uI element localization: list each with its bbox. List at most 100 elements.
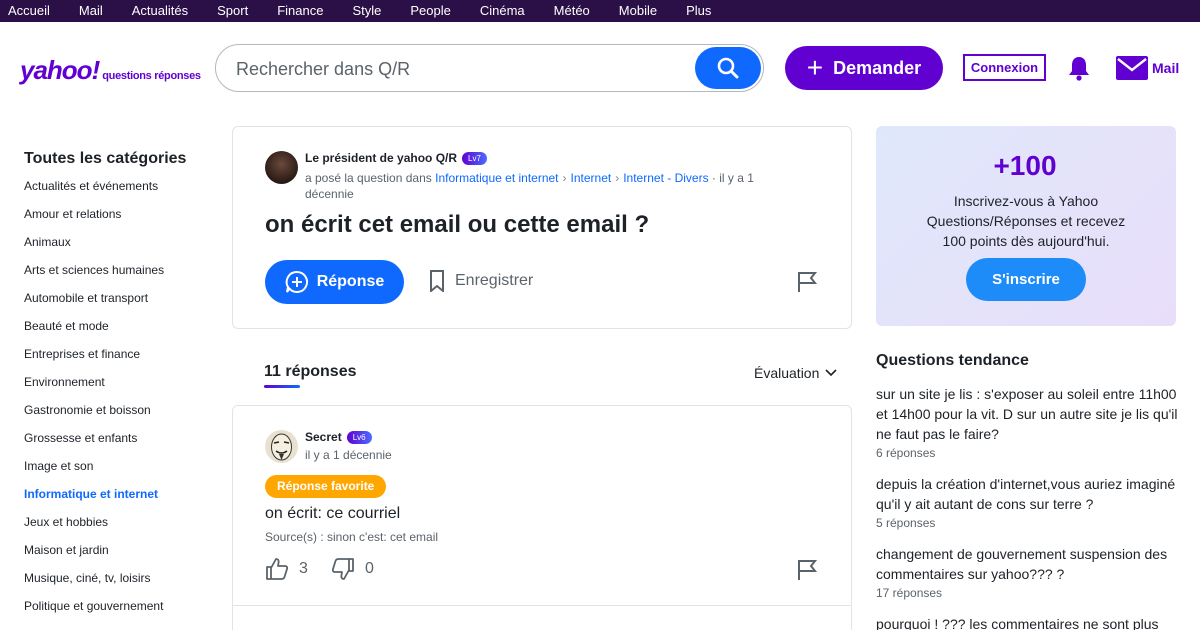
trending-question[interactable]: sur un site je lis : s'exposer au soleil… (876, 384, 1181, 444)
answer-author: Secret Lv6 (305, 430, 372, 444)
bookmark-icon (430, 270, 444, 292)
answers-count: 11 réponses (264, 363, 357, 380)
trending-question[interactable]: pourquoi ! ??? les commentaires ne sont … (876, 614, 1181, 630)
dislike-button[interactable]: 0 (331, 557, 374, 581)
thumbs-down-icon (331, 558, 354, 580)
sidebar-category-item[interactable]: Gastronomie et boisson (24, 401, 214, 429)
like-count: 3 (299, 560, 308, 577)
signup-button[interactable]: S'inscrire (966, 258, 1086, 301)
trending-item[interactable]: sur un site je lis : s'exposer au soleil… (876, 384, 1181, 460)
topnav-link-people[interactable]: People (410, 0, 450, 22)
flag-icon[interactable] (796, 271, 818, 293)
breadcrumb-subcategory[interactable]: Internet (571, 171, 612, 185)
sidebar-category-item[interactable]: Politique et gouvernement (24, 597, 214, 625)
answer-time: il y a 1 décennie (305, 448, 392, 462)
topnav-link-mobile[interactable]: Mobile (619, 0, 657, 22)
mail-label: Mail (1152, 60, 1180, 76)
plus-icon: + (806, 52, 824, 83)
sidebar-category-item[interactable]: Entreprises et finance (24, 345, 214, 373)
category-sidebar: Toutes les catégories Actualités et évén… (24, 150, 214, 625)
ask-question-button[interactable]: + Demander (785, 46, 943, 90)
promo-text: Inscrivez-vous à Yahoo Questions/Réponse… (926, 193, 1126, 249)
topnav-link-mail[interactable]: Mail (79, 0, 103, 22)
breadcrumb-category[interactable]: Informatique et internet (435, 171, 558, 185)
trending-answer-count: 6 réponses (876, 446, 936, 460)
trending-item[interactable]: changement de gouvernement suspension de… (876, 544, 1181, 600)
save-button[interactable]: Enregistrer (429, 270, 533, 292)
trending-answer-count: 5 réponses (876, 516, 936, 530)
question-meta: a posé la question dans Informatique et … (305, 170, 785, 202)
ask-label: Demander (833, 57, 922, 78)
add-comment-icon (285, 270, 308, 293)
thumbs-up-icon (266, 558, 289, 580)
flag-icon[interactable] (796, 559, 818, 581)
sort-dropdown[interactable]: Évaluation (754, 365, 837, 381)
category-list: Actualités et événements Amour et relatio… (24, 177, 214, 625)
chevron-down-icon (825, 369, 837, 377)
sidebar-category-item[interactable]: Beauté et mode (24, 317, 214, 345)
trending-item[interactable]: pourquoi ! ??? les commentaires ne sont … (876, 614, 1181, 630)
search-bar (215, 44, 764, 92)
trending-question[interactable]: changement de gouvernement suspension de… (876, 544, 1181, 584)
avatar[interactable] (265, 430, 298, 463)
like-button[interactable]: 3 (265, 557, 308, 581)
logo-wordmark: yahoo! (20, 55, 100, 85)
trending-answer-count: 17 réponses (876, 586, 943, 600)
search-icon (717, 57, 739, 79)
sidebar-category-item[interactable]: Arts et sciences humaines (24, 261, 214, 289)
sidebar-category-item[interactable]: Amour et relations (24, 205, 214, 233)
author-name[interactable]: Le président de yahoo Q/R (305, 151, 457, 165)
question-title: on écrit cet email ou cette email ? (265, 211, 650, 238)
chevron-right-icon: › (615, 171, 620, 185)
trending-item[interactable]: depuis la création d'internet,vous aurie… (876, 474, 1181, 530)
avatar[interactable] (265, 151, 298, 184)
save-label: Enregistrer (455, 272, 534, 289)
chevron-right-icon: › (562, 171, 567, 185)
sidebar-category-item[interactable]: Environnement (24, 373, 214, 401)
question-card: Le président de yahoo Q/R Lv7 a posé la … (232, 126, 852, 329)
envelope-icon (1116, 56, 1148, 80)
sidebar-category-item[interactable]: Automobile et transport (24, 289, 214, 317)
mail-link[interactable]: Mail (1116, 56, 1179, 80)
signup-promo: +100 Inscrivez-vous à Yahoo Questions/Ré… (876, 126, 1176, 326)
topnav-link-cinema[interactable]: Cinéma (480, 0, 525, 22)
level-badge: Lv7 (462, 151, 487, 165)
sidebar-category-item[interactable]: Jeux et hobbies (24, 513, 214, 541)
promo-points: +100 (993, 150, 1057, 181)
author-name[interactable]: Secret (305, 430, 342, 444)
topnav-link-meteo[interactable]: Météo (554, 0, 590, 22)
answer-button[interactable]: Réponse (265, 260, 404, 304)
sidebar-category-item[interactable]: Grossesse et enfants (24, 429, 214, 457)
answers-tab-underline (264, 385, 300, 388)
login-button[interactable]: Connexion (963, 54, 1046, 81)
answer-label: Réponse (316, 273, 385, 290)
sidebar-category-item[interactable]: Musique, ciné, tv, loisirs (24, 569, 214, 597)
trending-question[interactable]: depuis la création d'internet,vous aurie… (876, 474, 1181, 514)
sidebar-category-item[interactable]: Animaux (24, 233, 214, 261)
sidebar-category-item[interactable]: Maison et jardin (24, 541, 214, 569)
sidebar-category-item[interactable]: Image et son (24, 457, 214, 485)
search-input[interactable] (236, 57, 686, 81)
sidebar-title: Toutes les catégories (24, 150, 187, 167)
asked-prefix: a posé la question dans (305, 171, 432, 185)
answer-divider (233, 605, 851, 606)
answer-card: Secret Lv6 il y a 1 décennie Réponse fav… (232, 405, 852, 630)
top-nav: Accueil Mail Actualités Sport Finance St… (0, 0, 1200, 22)
search-button[interactable] (695, 47, 761, 89)
breadcrumb-topic[interactable]: Internet - Divers (623, 171, 708, 185)
dislike-count: 0 (365, 560, 374, 577)
favorite-answer-badge: Réponse favorite (265, 475, 387, 498)
topnav-link-accueil[interactable]: Accueil (8, 0, 50, 22)
yahoo-logo[interactable]: yahoo! questions réponses (20, 55, 201, 86)
sidebar-category-item[interactable]: Informatique et internet (24, 485, 214, 513)
trending-title: Questions tendance (876, 352, 1029, 369)
topnav-link-style[interactable]: Style (352, 0, 381, 22)
bell-icon[interactable] (1067, 55, 1091, 81)
topnav-link-actualites[interactable]: Actualités (132, 0, 188, 22)
sidebar-category-item[interactable]: Actualités et événements (24, 177, 214, 205)
topnav-link-plus[interactable]: Plus (686, 0, 711, 22)
topnav-link-sport[interactable]: Sport (217, 0, 248, 22)
answer-text: on écrit: ce courriel (265, 505, 401, 522)
logo-subtitle: questions réponses (102, 70, 201, 82)
topnav-link-finance[interactable]: Finance (277, 0, 323, 22)
